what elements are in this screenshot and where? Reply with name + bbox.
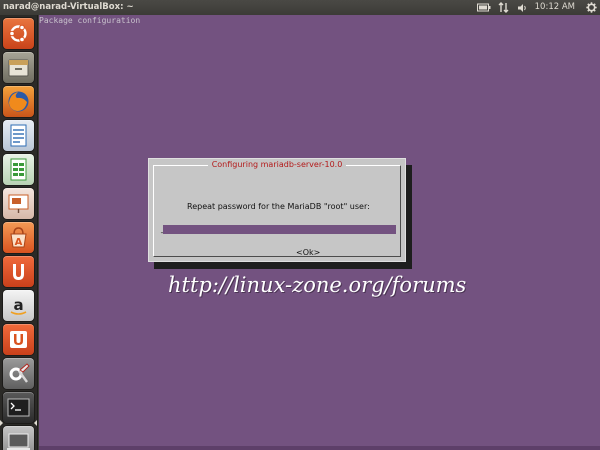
network-icon[interactable] [497, 0, 511, 15]
clock[interactable]: 10:12 AM [535, 0, 575, 15]
file-manager-icon[interactable] [3, 52, 34, 83]
svg-text:A: A [15, 237, 23, 248]
battery-icon[interactable] [475, 0, 493, 15]
password-prompt: Repeat password for the MariaDB "root" u… [187, 202, 370, 211]
calc-icon[interactable] [3, 154, 34, 185]
impress-icon[interactable] [3, 188, 34, 219]
settings-icon[interactable] [584, 0, 598, 15]
volume-icon[interactable] [517, 0, 529, 15]
dialog-title-text: Configuring mariadb-server-10.0 [207, 160, 347, 169]
top-panel: narad@narad-VirtualBox: ~ 10:12 AM [0, 0, 600, 15]
active-app-indicator [0, 420, 3, 426]
config-dialog: Configuring mariadb-server-10.0 Repeat p… [148, 158, 406, 262]
writer-icon[interactable] [3, 120, 34, 151]
launcher: A a [0, 15, 38, 450]
indicator-area: 10:12 AM [475, 0, 600, 15]
ubuntu-dash-icon[interactable] [3, 18, 34, 49]
watermark: http://linux-zone.org/forums [168, 273, 467, 297]
dialog-title: Configuring mariadb-server-10.0 [149, 160, 405, 170]
ubuntu-one-music-icon[interactable] [3, 324, 34, 355]
firefox-icon[interactable] [3, 86, 34, 117]
system-settings-icon[interactable] [3, 358, 34, 389]
software-center-icon[interactable]: A [3, 222, 34, 253]
focused-app-indicator [34, 420, 37, 426]
window-title: narad@narad-VirtualBox: ~ [3, 2, 134, 12]
terminal-icon[interactable] [3, 392, 34, 423]
ubuntu-one-icon[interactable] [3, 256, 34, 287]
ok-button[interactable]: <Ok> [296, 248, 320, 258]
svg-text:a: a [13, 296, 23, 314]
terminal-header-text: Package configuration [39, 16, 141, 25]
amazon-icon[interactable]: a [3, 290, 34, 321]
workspace-icon[interactable] [3, 426, 34, 450]
password-input[interactable] [163, 225, 396, 234]
